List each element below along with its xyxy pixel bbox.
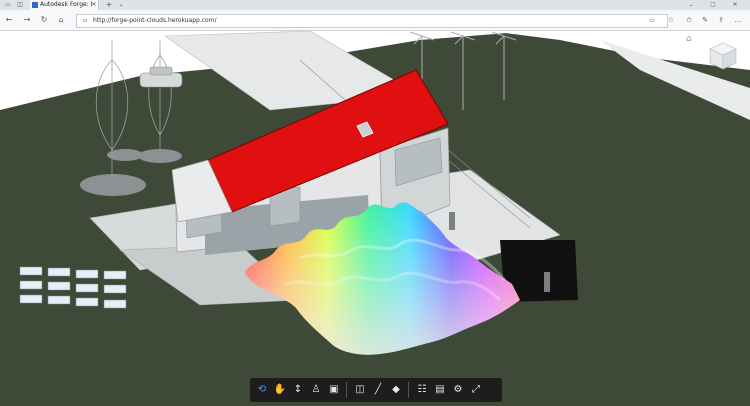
lock-icon: ▫ <box>82 17 88 24</box>
person-2 <box>449 212 455 230</box>
viewer-toolbar: ⟲ ✋ ↕ ♙ ▣ ◫ ╱ ◆ ☷ ▤ ⚙ ⤢ <box>250 378 502 402</box>
measure-icon[interactable]: ╱ <box>370 382 386 398</box>
favicon-icon <box>32 2 38 8</box>
browser-tab-bar: ▭ ◫ Autodesk Forge: Point C ✕ + ⌄ – ▢ ✕ <box>0 0 750 10</box>
favorite-icon[interactable]: ☆ <box>666 15 676 25</box>
settings-icon[interactable]: ⚙ <box>450 382 466 398</box>
model-browser-icon[interactable]: ☷ <box>414 382 430 398</box>
properties-icon[interactable]: ▤ <box>432 382 448 398</box>
close-tab-icon[interactable]: ✕ <box>90 0 98 10</box>
tree-shadow-2 <box>138 149 182 163</box>
url-text: http://forge-point-clouds.herokuapp.com/ <box>93 17 217 24</box>
tab-list-icon[interactable]: ⌄ <box>116 0 126 10</box>
zoom-icon[interactable]: ↕ <box>290 382 306 398</box>
view-cube-icon[interactable] <box>708 41 738 71</box>
maximize-icon[interactable]: ▢ <box>708 0 718 10</box>
tree-shadow-1 <box>80 174 146 196</box>
fullscreen-icon[interactable]: ⤢ <box>468 382 484 398</box>
new-tab-icon[interactable]: + <box>104 0 114 10</box>
toolbar-separator-2 <box>408 382 409 398</box>
section-icon[interactable]: ◫ <box>352 382 368 398</box>
back-tabs-icon[interactable]: ◫ <box>15 0 25 10</box>
more-icon[interactable]: … <box>733 15 743 25</box>
toolbar-separator-1 <box>346 382 347 398</box>
back-icon[interactable]: ← <box>4 15 14 25</box>
scene-graphics <box>0 31 750 406</box>
tab-title: Autodesk Forge: Point C <box>40 1 92 8</box>
orbit-icon[interactable]: ⟲ <box>254 382 270 398</box>
pen-icon[interactable]: ✎ <box>700 15 710 25</box>
favorites-hub-icon[interactable]: ✩ <box>684 15 694 25</box>
camera-icon[interactable]: ▣ <box>326 382 342 398</box>
refresh-icon[interactable]: ↻ <box>39 15 49 25</box>
home-icon[interactable]: ⌂ <box>56 15 66 25</box>
url-input[interactable]: ▫ http://forge-point-clouds.herokuapp.co… <box>76 14 668 28</box>
browser-tab[interactable]: Autodesk Forge: Point C ✕ <box>30 0 99 10</box>
explode-icon[interactable]: ◆ <box>388 382 404 398</box>
person-3 <box>544 272 550 292</box>
reading-view-icon[interactable]: ▭ <box>647 16 657 26</box>
minimize-icon[interactable]: – <box>686 0 696 10</box>
first-person-icon[interactable]: ♙ <box>308 382 324 398</box>
tab-actions-icon[interactable]: ▭ <box>3 0 13 10</box>
address-bar: ← → ↻ ⌂ ▫ http://forge-point-clouds.hero… <box>0 10 750 31</box>
forge-viewer-canvas[interactable]: ⌂ <box>0 31 750 406</box>
home-view-icon[interactable]: ⌂ <box>686 35 692 44</box>
share-icon[interactable]: ⇪ <box>716 15 726 25</box>
close-window-icon[interactable]: ✕ <box>730 0 740 10</box>
pan-icon[interactable]: ✋ <box>272 382 288 398</box>
forward-icon[interactable]: → <box>22 15 32 25</box>
